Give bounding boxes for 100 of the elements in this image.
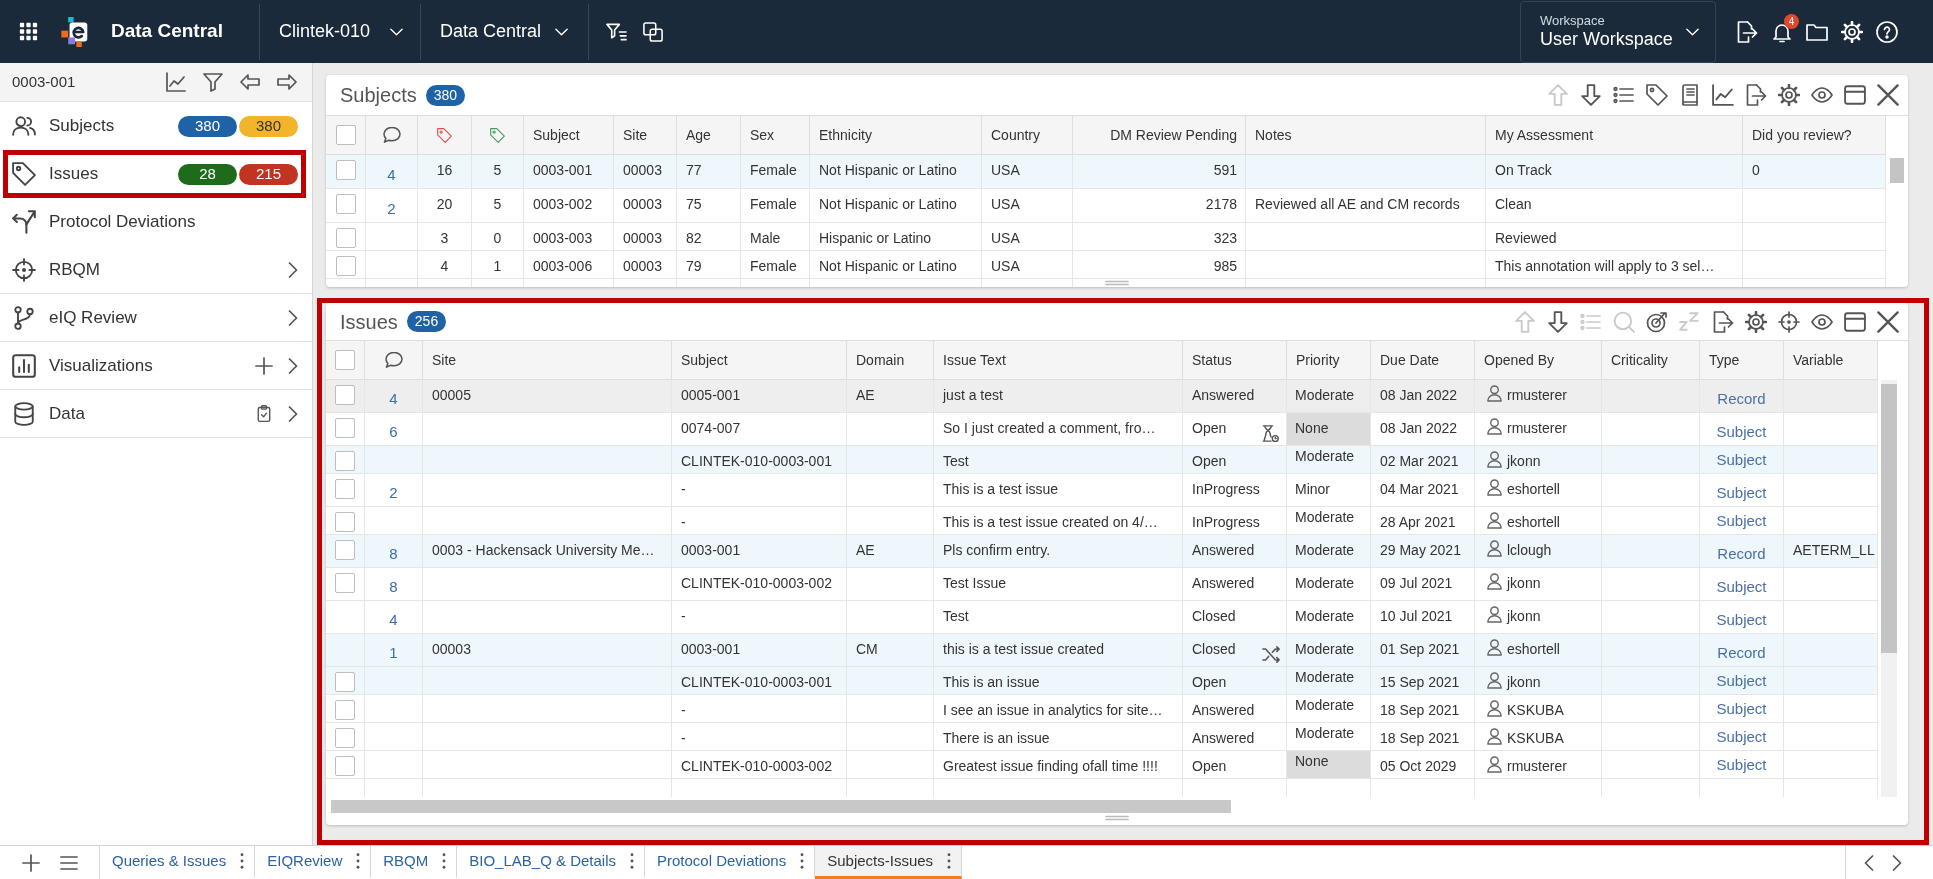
comment-count-link[interactable]: 8 [389,578,398,596]
line-chart-icon[interactable] [1712,84,1734,106]
column-header[interactable]: Subject [524,116,614,154]
tab[interactable]: Subjects-Issues [815,846,963,879]
column-header[interactable]: Due Date [1371,341,1475,379]
more-icon[interactable] [442,853,447,869]
comment-count-link[interactable]: 1 [389,644,398,662]
checkbox[interactable] [335,194,356,214]
column-header[interactable]: Ethnicity [810,116,982,154]
settings-icon[interactable] [1778,84,1800,106]
table-row[interactable]: 8 CLINTEK-010-0003-002 Test Issue Answered Moderate 09 Jul 2021 jkonn Subject [326,568,1878,601]
sidebar-item[interactable]: eIQ Review [3,294,306,341]
column-header[interactable]: Opened By [1475,341,1602,379]
chevron-right-icon[interactable] [1892,854,1902,871]
type-link[interactable]: Record [1717,545,1766,563]
scrollbar-track[interactable] [1881,380,1897,797]
type-link[interactable]: Subject [1716,672,1767,690]
column-header[interactable]: DM Review Pending [1073,116,1246,154]
checkbox[interactable] [335,160,356,180]
sidebar-item[interactable]: Issues 28 215 [3,150,306,198]
type-link[interactable]: Subject [1716,512,1767,530]
comment-count-link[interactable]: 4 [389,611,398,629]
checkbox[interactable] [335,479,355,499]
more-icon[interactable] [240,853,245,869]
chevron-right-icon[interactable] [288,357,298,374]
checkbox[interactable] [335,672,355,692]
table-row[interactable]: 1 00003 0003-001 CM this is a test issue created Closed Moderate 01 Sep 2021 eshortell Record [326,634,1878,667]
tag-icon[interactable] [437,127,452,143]
table-row[interactable]: 2 20 5 0003-002 00003 75 Female Not Hispanic or Latino USA 2178 Reviewed all AE and CM records Clean [326,189,1886,223]
chevron-left-icon[interactable] [1864,854,1874,871]
plus-icon[interactable] [22,853,40,872]
sidebar-item[interactable]: Protocol Deviations [3,198,306,246]
table-row[interactable]: 4 16 5 0003-001 00003 77 Female Not Hispanic or Latino USA 591 On Track 0 [326,155,1886,189]
close-icon[interactable] [1877,310,1899,333]
plus-icon[interactable] [255,356,273,375]
logout-icon[interactable] [1736,20,1758,43]
apps-menu-icon[interactable] [19,22,38,41]
module-selector[interactable]: Data Central [421,0,588,63]
layout-icon[interactable] [1844,310,1866,333]
table-row[interactable]: CLINTEK-010-0003-001 Test Open Moderate 02 Mar 2021 jkonn Subject [326,446,1878,474]
checkbox[interactable] [335,256,356,276]
select-all-checkbox[interactable] [335,125,356,145]
table-row[interactable]: CLINTEK-010-0003-002 Greatest issue finding ofall time !!!! Open None 05 Oct 2029 rmusterer Subject [326,751,1878,779]
list-icon[interactable] [1613,84,1635,106]
target-icon[interactable] [1646,310,1668,333]
comment-count-link[interactable]: 4 [387,166,396,184]
type-link[interactable]: Subject [1716,484,1767,502]
column-header[interactable]: Issue Text [934,341,1183,379]
checkbox[interactable] [335,418,355,438]
comment-count-link[interactable]: 2 [387,200,396,218]
arrow-down-icon[interactable] [1580,84,1602,106]
help-icon[interactable] [1876,20,1898,43]
scrollbar-thumb[interactable] [331,799,1231,813]
column-header[interactable]: Status [1183,341,1287,379]
checkbox[interactable] [335,385,355,405]
more-icon[interactable] [800,853,805,869]
column-header[interactable]: Criticality [1602,341,1700,379]
export-icon[interactable] [1745,84,1767,106]
arrow-right-icon[interactable] [277,74,297,90]
checkbox[interactable] [335,540,355,560]
copy-icon[interactable] [643,21,663,42]
comment-count-link[interactable]: 8 [389,545,398,563]
tag-icon[interactable] [1646,84,1668,106]
table-row[interactable]: 4 1 0003-006 00003 79 Female Not Hispanic or Latino USA 985 This annotation will apply to 3 sel… [326,251,1886,279]
line-chart-icon[interactable] [166,72,186,92]
type-link[interactable]: Record [1717,644,1766,662]
scrollbar-thumb[interactable] [1890,158,1904,183]
table-row[interactable]: 2 - This is a test issue InProgress Minor 04 Mar 2021 eshortell Subject [326,474,1878,507]
chevron-right-icon[interactable] [288,261,298,278]
table-row[interactable]: 4 00005 0005-001 AE just a test Answered Moderate 08 Jan 2022 rmusterer Record [326,380,1878,413]
type-link[interactable]: Subject [1716,728,1767,746]
column-header[interactable]: Domain [847,341,934,379]
eye-icon[interactable] [1811,84,1833,106]
arrow-left-icon[interactable] [240,74,260,90]
column-header[interactable]: Variable [1784,341,1878,379]
column-header[interactable]: Priority [1287,341,1371,379]
column-header[interactable]: Notes [1246,116,1486,154]
column-header[interactable]: Subject [672,341,847,379]
workspace-selector[interactable]: Workspace User Workspace [1520,0,1716,63]
table-row[interactable]: 3 0 0003-003 00003 82 Male Hispanic or Latino USA 323 Reviewed [326,223,1886,251]
table-row[interactable]: CLINTEK-010-0003-001 This is an issue Open Moderate 15 Sep 2021 jkonn Subject [326,667,1878,695]
close-icon[interactable] [1877,84,1899,106]
sidebar-item[interactable]: Subjects 380 380 [3,102,306,150]
filter-icon[interactable] [203,72,223,92]
column-header[interactable]: Did you review? [1743,116,1886,154]
column-header[interactable]: Site [614,116,677,154]
layout-icon[interactable] [1844,84,1866,106]
clipboard-check-icon[interactable] [255,404,273,423]
checkbox[interactable] [335,728,355,748]
table-row[interactable]: 6 0074-007 So I just created a comment, fro… Open None 08 Jan 2022 rmusterer Subject [326,413,1878,446]
table-row[interactable]: - This is a test issue created on 4/… InProgress Moderate 28 Apr 2021 eshortell Subject [326,507,1878,535]
column-header[interactable]: Type [1700,341,1784,379]
resize-grip-icon[interactable] [1105,280,1129,286]
comment-count-link[interactable]: 2 [389,484,398,502]
select-all-checkbox[interactable] [335,350,355,370]
sidebar-item[interactable]: Data [3,390,306,437]
type-link[interactable]: Subject [1716,756,1767,774]
type-link[interactable]: Subject [1716,700,1767,718]
sidebar-item[interactable]: Visualizations [3,342,306,389]
sidebar-item[interactable]: RBQM [3,246,306,293]
